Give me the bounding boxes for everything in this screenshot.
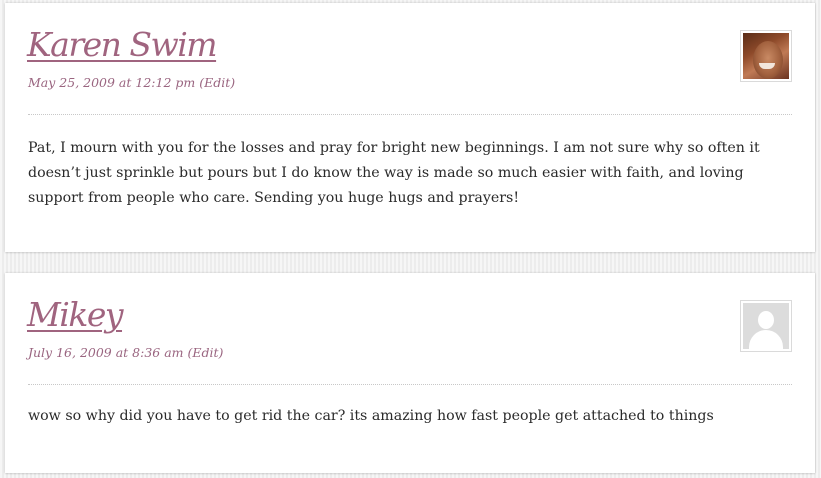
comment-date-link[interactable]: July 16, 2009 at 8:36 am bbox=[28, 345, 184, 360]
comment-meta: July 16, 2009 at 8:36 am (Edit) bbox=[28, 345, 223, 360]
edit-comment-link[interactable]: (Edit) bbox=[188, 345, 224, 360]
default-avatar-icon bbox=[743, 303, 789, 349]
comment-author-link[interactable]: Karen Swim bbox=[27, 25, 218, 65]
comment-author-link[interactable]: Mikey bbox=[27, 295, 124, 335]
comment-card: Mikey July 16, 2009 at 8:36 am (Edit) wo… bbox=[5, 273, 815, 473]
author-photo-icon bbox=[743, 33, 789, 79]
comment-date-link[interactable]: May 25, 2009 at 12:12 pm bbox=[28, 75, 195, 90]
divider bbox=[28, 384, 792, 385]
comment-card: Karen Swim May 25, 2009 at 12:12 pm (Edi… bbox=[5, 3, 815, 252]
avatar bbox=[740, 300, 792, 352]
edit-comment-link[interactable]: (Edit) bbox=[199, 75, 235, 90]
comment-meta: May 25, 2009 at 12:12 pm (Edit) bbox=[28, 75, 235, 90]
comment-body: wow so why did you have to get rid the c… bbox=[28, 408, 714, 424]
comment-body: Pat, I mourn with you for the losses and… bbox=[28, 140, 760, 206]
divider bbox=[28, 114, 792, 115]
avatar bbox=[740, 30, 792, 82]
